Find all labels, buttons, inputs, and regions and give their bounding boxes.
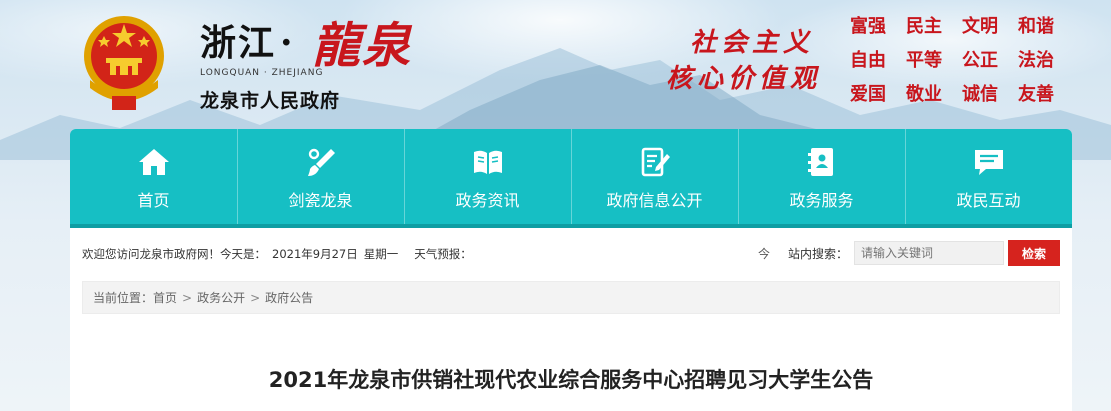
breadcrumb-prefix: 当前位置：: [93, 291, 154, 305]
brush-icon: [307, 148, 335, 176]
core-value: 敬业: [906, 84, 942, 105]
current-date: 2021年9月27日: [272, 247, 358, 261]
nav-item-info-disclosure[interactable]: 政府信息公开: [571, 129, 738, 224]
site-subtitle: 龙泉市人民政府: [200, 90, 341, 112]
current-weekday: 星期一: [363, 247, 399, 261]
site-calligraphy: 龍泉: [312, 18, 413, 74]
search-input[interactable]: [854, 241, 1005, 265]
language-toggle[interactable]: 今: [758, 245, 770, 262]
core-value: 公正: [962, 50, 998, 71]
nav-item-government-news[interactable]: 政务资讯: [404, 129, 571, 224]
info-bar: 欢迎您访问龙泉市政府网！今天是： 2021年9月27日 星期一 天气预报：: [82, 246, 478, 262]
national-emblem: [84, 16, 164, 110]
core-value: 富强: [850, 16, 886, 37]
search-button[interactable]: 检索: [1008, 240, 1061, 266]
nav-label: 剑瓷龙泉: [288, 191, 353, 210]
core-values-grid: 富强 民主 文明 和谐 自由 平等 公正 法治 爱国 敬业 诚信 友善: [850, 14, 1080, 108]
article-title: 2021年龙泉市供销社现代农业综合服务中心招聘见习大学生公告: [268, 368, 874, 392]
nav-item-home[interactable]: 首页: [70, 129, 237, 224]
core-value: 诚信: [962, 84, 998, 105]
nav-label: 政民互动: [956, 191, 1021, 210]
breadcrumb-gov-announcements[interactable]: 政府公告: [265, 289, 313, 306]
nav-item-government-services[interactable]: 政务服务: [738, 129, 905, 224]
core-value: 友善: [1018, 84, 1054, 105]
core-value: 自由: [850, 50, 886, 71]
core-value: 爱国: [850, 84, 886, 105]
nav-label: 政务服务: [789, 191, 854, 210]
breadcrumb-home[interactable]: 首页: [153, 289, 177, 306]
contact-card-icon: [807, 148, 833, 176]
main-nav: 首页 剑瓷龙泉 政务资讯 政府信息公开 政务服务 政民互动: [70, 129, 1072, 224]
site-name: 浙江 ·: [200, 22, 295, 64]
core-value: 民主: [906, 16, 942, 37]
nav-label: 政府信息公开: [606, 191, 703, 210]
nav-label: 首页: [137, 191, 170, 210]
search-area: 今 站内搜索： 检索: [758, 240, 1061, 266]
document-edit-icon: [641, 147, 670, 177]
core-value: 和谐: [1018, 16, 1054, 37]
search-label: 站内搜索：: [788, 246, 849, 261]
breadcrumb: 当前位置： 首页 > 政务公开 > 政府公告: [82, 281, 1060, 314]
home-icon: [138, 149, 169, 175]
welcome-text: 欢迎您访问龙泉市政府网！今天是：: [82, 247, 266, 261]
core-value: 平等: [906, 50, 942, 71]
nav-item-public-interaction[interactable]: 政民互动: [905, 129, 1072, 224]
breadcrumb-separator: >: [182, 290, 193, 305]
breadcrumb-gov-disclosure[interactable]: 政务公开: [197, 289, 245, 306]
core-value: 法治: [1018, 50, 1054, 71]
chat-icon: [974, 150, 1003, 175]
breadcrumb-separator: >: [250, 290, 261, 305]
slogan-line-2: 核心价值观: [666, 64, 822, 94]
nav-label: 政务资讯: [455, 191, 520, 210]
slogan-line-1: 社会主义: [690, 28, 815, 58]
core-value: 文明: [962, 16, 998, 37]
site-name-dot: ·: [280, 22, 295, 64]
site-pinyin: LONGQUAN · ZHEJIANG: [200, 68, 324, 78]
book-icon: [473, 150, 502, 174]
weather-label: 天气预报：: [414, 247, 472, 261]
nav-item-jianci-longquan[interactable]: 剑瓷龙泉: [237, 129, 404, 224]
